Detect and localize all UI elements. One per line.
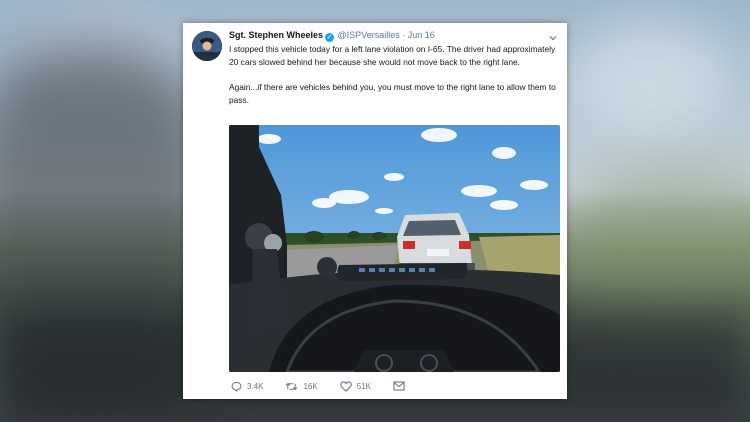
author-name[interactable]: Sgt. Stephen Wheeles	[229, 30, 323, 40]
reply-count: 3.4K	[247, 381, 264, 391]
tweet-card: Sgt. Stephen Wheeles ✓ @ISPVersailles · J…	[183, 23, 567, 399]
message-action[interactable]	[393, 381, 410, 391]
author-handle[interactable]: @ISPVersailles	[338, 30, 400, 40]
tweet-paragraph-2: Again...if there are vehicles behind you…	[229, 82, 556, 105]
verified-badge-icon: ✓	[325, 33, 335, 42]
tweet-date[interactable]: Jun 16	[408, 30, 435, 40]
tweet-photo[interactable]	[229, 125, 560, 372]
retweet-action[interactable]: 16K	[285, 381, 318, 392]
background-blur-sky-right	[570, 20, 730, 130]
tweet-text: I stopped this vehicle today for a left …	[229, 43, 559, 119]
retweet-count: 16K	[303, 381, 318, 391]
photo-illustration	[229, 125, 560, 372]
like-count: 51K	[356, 381, 371, 391]
tweet-paragraph-1: I stopped this vehicle today for a left …	[229, 44, 556, 67]
retweet-icon	[286, 382, 298, 390]
tweet-header: Sgt. Stephen Wheeles ✓ @ISPVersailles · J…	[229, 30, 435, 42]
envelope-icon	[393, 381, 405, 391]
background-blur-field-right	[550, 170, 750, 330]
avatar[interactable]	[192, 31, 222, 61]
reply-action[interactable]: 3.4K	[231, 381, 263, 392]
header-separator: ·	[402, 30, 406, 40]
tweet-actions: 3.4K 16K 51K	[231, 379, 432, 393]
reply-icon	[231, 381, 242, 392]
chevron-down-icon[interactable]	[548, 30, 558, 41]
heart-icon	[339, 380, 352, 392]
like-action[interactable]: 51K	[339, 380, 371, 392]
